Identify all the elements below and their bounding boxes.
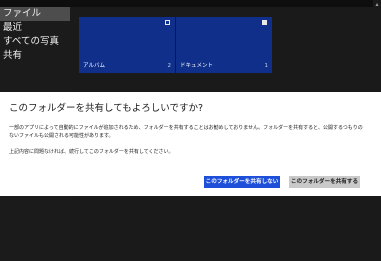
dialog-note: 上記内容に問題なければ、続行してこのフォルダーを共有してください。	[9, 149, 174, 155]
top-strip	[0, 0, 381, 7]
sidebar-item-shared[interactable]: 共有	[0, 49, 70, 63]
checkbox-icon[interactable]	[262, 20, 267, 25]
folder-tile-album[interactable]: アルバム 2	[79, 17, 175, 73]
folder-count: 1	[264, 63, 269, 69]
app-window: ファイル 最近 すべての写真 共有 アルバム 2 ドキュメント 1 ▴ このフォ…	[0, 0, 381, 261]
share-confirm-dialog: このフォルダーを共有してもよろしいですか? 一部のアプリによって自動的にファイル…	[0, 92, 381, 196]
sidebar-item-all-photos[interactable]: すべての写真	[0, 35, 70, 49]
checkbox-icon[interactable]	[165, 20, 170, 25]
folder-tile-documents[interactable]: ドキュメント 1	[176, 17, 272, 73]
dialog-title: このフォルダーを共有してもよろしいですか?	[9, 103, 203, 114]
sidebar-item-files[interactable]: ファイル	[0, 7, 70, 21]
folder-name: アルバム	[83, 63, 105, 69]
share-button[interactable]: このフォルダーを共有する	[289, 176, 360, 188]
dialog-message: 一部のアプリによって自動的にファイルが追加されるため、フォルダーを共有することは…	[9, 125, 363, 139]
chevron-up-icon[interactable]: ▴	[374, 2, 380, 8]
folder-name: ドキュメント	[180, 63, 214, 69]
dont-share-button[interactable]: このフォルダーを共有しない	[204, 176, 280, 188]
folder-count: 2	[167, 63, 172, 69]
sidebar-item-recent[interactable]: 最近	[0, 21, 70, 35]
